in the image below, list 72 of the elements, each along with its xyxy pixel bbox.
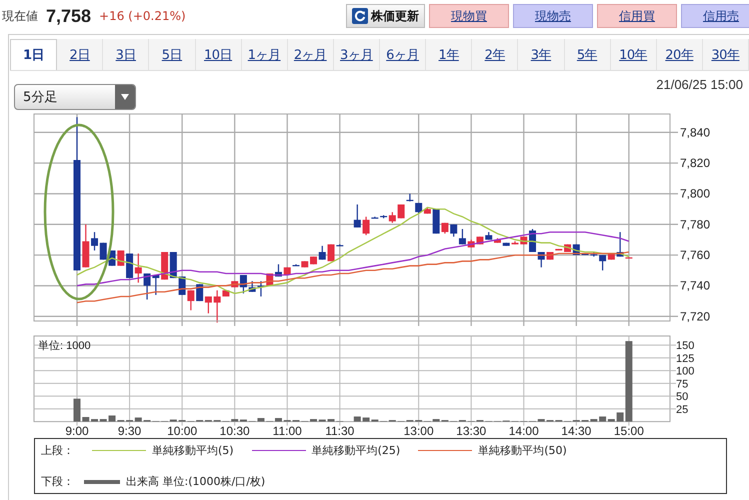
trade-button[interactable]: 信用買 [597,4,677,28]
axis-label: 7,780 [680,217,710,232]
axis-label: 150 [676,340,694,352]
period-tab[interactable]: 5日 [149,39,196,70]
trade-button[interactable]: 現物買 [429,4,509,28]
period-tab[interactable]: 1日 [10,39,58,70]
legend-item: 出来高 単位:(1000株/口/枚) [126,474,266,489]
interval-select[interactable]: 5分足 [14,84,136,110]
axis-label: 10:30 [220,424,250,438]
candlestick [555,248,562,250]
axis-label: 15:00 [614,424,644,438]
axis-label: 125 [676,352,694,365]
candlestick [502,242,510,246]
volume-bar [74,398,80,422]
period-tab[interactable]: 20年 [656,39,703,70]
axis-label: 9:30 [118,424,142,438]
period-tab[interactable]: 2ヶ月 [288,39,334,70]
axis-label: 7,720 [680,309,710,324]
refresh-icon [352,8,368,24]
trade-button[interactable]: 現物売 [513,4,593,28]
candlestick [398,204,405,218]
period-tab[interactable]: 2年 [472,39,518,70]
axis-label: 7,840 [680,125,710,140]
volume-bar [82,417,90,422]
axis-label: 75 [676,378,688,390]
legend-item: 単純移動平均(25) [312,443,400,458]
period-tab[interactable]: 1年 [426,39,472,70]
axis-label: 7,800 [680,186,710,201]
axis-label: 7,820 [680,156,710,170]
candlestick [354,204,361,228]
period-tab[interactable]: 1ヶ月 [242,39,288,70]
period-tab[interactable]: 5年 [564,39,611,70]
price-label: 現在値 [2,8,38,24]
unit-label: 単位: 1000 [38,340,91,352]
axis-label: 10:00 [167,424,198,438]
candlestick [301,261,308,268]
price-change: +16 (+0.21%) [99,9,186,23]
axis-label: 14:00 [508,424,539,438]
legend-item: 単純移動平均(50) [478,443,567,458]
axis-label: 13:30 [456,424,486,438]
axis-label: 14:30 [561,424,592,438]
candlestick [284,267,291,275]
timestamp: 21/06/25 15:00 [656,77,743,92]
period-tab[interactable]: 3日 [103,39,150,70]
candlestick [292,264,300,266]
dropdown-icon [120,93,130,101]
legend-label: 下段： [41,474,74,489]
axis-label: 100 [676,366,694,378]
axis-label: 11:00 [272,424,302,438]
period-tab[interactable]: 3年 [518,39,564,70]
axis-label: 7,760 [680,248,710,262]
period-tab[interactable]: 6ヶ月 [380,39,426,70]
refresh-button[interactable]: 株価更新 [346,4,425,28]
period-tab[interactable]: 2日 [57,39,104,70]
candlestick [406,194,414,202]
period-tab[interactable]: 3ヶ月 [334,39,380,70]
period-tab[interactable]: 10日 [196,39,242,70]
axis-label: 7,740 [680,278,710,293]
candlestick [82,224,90,268]
axis-label: 11:30 [325,424,354,438]
current-price: 7,758 [46,6,92,26]
axis-label: 25 [676,404,688,416]
candlestick [512,241,518,244]
period-tab[interactable]: 30年 [702,39,749,70]
axis-label: 50 [676,391,688,404]
axis-label: 13:00 [404,424,434,438]
trade-button[interactable]: 信用売 [681,4,749,28]
legend-label: 上段： [41,443,74,458]
period-tab[interactable]: 10年 [610,39,657,70]
axis-label: 9:00 [65,424,89,438]
legend-item: 単純移動平均(5) [152,443,234,458]
volume-bar [354,416,361,422]
